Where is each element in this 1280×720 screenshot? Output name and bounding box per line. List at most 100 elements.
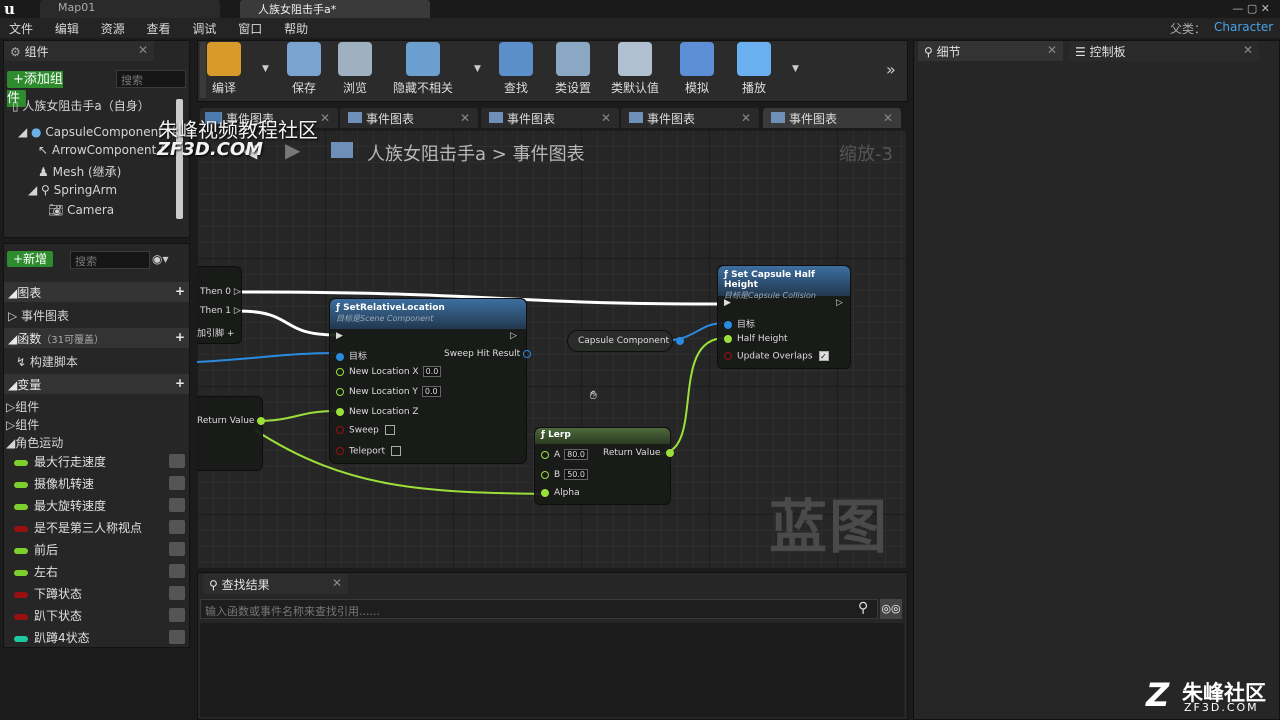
menu-file[interactable]: 文件 <box>0 18 42 39</box>
visibility-eye-icon[interactable] <box>169 586 185 600</box>
visibility-eye-icon[interactable] <box>169 608 185 622</box>
find-results-tab[interactable]: ⚲ 查找结果 ✕ <box>203 574 348 594</box>
var-group[interactable]: ◢角色运动 <box>6 434 63 451</box>
tree-springarm[interactable]: ◢ ⚲ SpringArm <box>28 183 117 197</box>
component-search-input[interactable]: 搜索 <box>116 70 186 88</box>
then-0-pin[interactable]: Then 0 ▷ <box>200 287 241 297</box>
capsule-component-pin[interactable]: Capsule Component <box>578 336 684 346</box>
lerp-b-input[interactable]: 50.0 <box>564 469 588 480</box>
new-button[interactable]: +新增 <box>7 251 54 267</box>
lerp-a-input[interactable]: 80.0 <box>564 449 588 460</box>
functions-section[interactable]: ◢函数（31可覆盖） + <box>4 328 189 348</box>
variable-row[interactable]: 趴下状态 <box>4 605 189 627</box>
lerp-return-pin[interactable]: Return Value <box>603 448 675 458</box>
variable-row[interactable]: 左右 <box>4 561 189 583</box>
visibility-eye-icon[interactable] <box>169 498 185 512</box>
update-overlaps-checkbox[interactable]: ✓ <box>818 351 829 361</box>
sequence-node[interactable]: Then 0 ▷ Then 1 ▷ 添加引脚 + <box>197 266 242 344</box>
editor-tab-event-graph[interactable]: 事件图表 ✕ <box>340 108 478 128</box>
variable-row[interactable]: 前后 <box>4 539 189 561</box>
function-item[interactable]: ↯ 构建脚本 <box>16 353 78 370</box>
target-pin[interactable]: 目标 <box>336 349 367 362</box>
new-location-y-input[interactable]: 0.0 <box>421 386 441 397</box>
menu-edit[interactable]: 编辑 <box>46 18 88 39</box>
binoculars-icon[interactable]: ◎◎ <box>880 599 902 619</box>
half-height-pin[interactable]: Half Height <box>724 334 788 344</box>
menu-debug[interactable]: 调试 <box>183 18 225 39</box>
find-button[interactable]: 查找 <box>496 42 536 100</box>
palette-tab[interactable]: ☰ 控制板 ✕ <box>1069 41 1259 61</box>
close-icon[interactable]: ✕ <box>883 111 893 125</box>
close-icon[interactable]: ✕ <box>1047 43 1057 57</box>
blueprint-search-input[interactable]: 搜索 <box>70 251 150 269</box>
variable-row[interactable]: 是不是第三人称视点 <box>4 517 189 539</box>
return-value-pin[interactable]: Return Value <box>197 416 270 426</box>
tree-self[interactable]: ▯ 人族女阻击手a（自身） <box>12 97 150 114</box>
window-controls[interactable]: — ▢ ✕ <box>1160 2 1270 16</box>
editor-tab-event-graph[interactable]: 事件图表 ✕ <box>763 108 901 128</box>
breadcrumb-root[interactable]: 人族女阻击手a <box>367 144 486 165</box>
visibility-eye-icon[interactable] <box>169 454 185 468</box>
set-capsule-half-height-node[interactable]: ƒ Set Capsule Half Height 目标是Capsule Coll… <box>717 265 851 369</box>
var-group[interactable]: ▷组件 <box>6 416 39 433</box>
lerp-a-pin[interactable]: A 80.0 <box>541 449 588 460</box>
sweep-hit-result-pin[interactable]: Sweep Hit Result <box>444 349 532 359</box>
close-icon[interactable]: ✕ <box>138 43 148 57</box>
exec-in-pin[interactable]: ▶ <box>724 298 731 308</box>
variable-row[interactable]: 摄像机转速 <box>4 473 189 495</box>
new-location-x-pin[interactable]: New Location X 0.0 <box>336 366 442 377</box>
lerp-b-pin[interactable]: B 50.0 <box>541 469 588 480</box>
chevron-right-icon[interactable]: » <box>886 60 896 79</box>
simulate-button[interactable]: 模拟 <box>677 42 717 100</box>
hide-unrelated-button[interactable]: 隐藏不相关 <box>392 42 454 100</box>
eye-icon[interactable]: ◉▾ <box>152 252 169 266</box>
new-location-y-pin[interactable]: New Location Y 0.0 <box>336 386 441 397</box>
menu-window[interactable]: 窗口 <box>229 18 271 39</box>
add-icon[interactable]: + <box>175 284 185 298</box>
components-tab[interactable]: ⚙ 组件 ✕ <box>4 41 154 61</box>
close-icon[interactable]: ✕ <box>741 111 751 125</box>
play-button[interactable]: 播放 <box>732 42 776 100</box>
close-icon[interactable]: ✕ <box>601 111 611 125</box>
add-pin-button[interactable]: 添加引脚 + <box>197 326 234 339</box>
new-location-x-input[interactable]: 0.0 <box>422 366 442 377</box>
dropdown-arrow-icon[interactable]: ▼ <box>792 64 799 74</box>
tree-arrow[interactable]: ↖ ArrowComponent ( <box>38 143 165 157</box>
then-1-pin[interactable]: Then 1 ▷ <box>200 306 241 316</box>
compile-button[interactable]: 编译 <box>204 42 244 100</box>
visibility-eye-icon[interactable] <box>169 476 185 490</box>
var-group[interactable]: ▷组件 <box>6 398 39 415</box>
parent-class-link[interactable]: Character <box>1214 20 1273 34</box>
tab-blueprint[interactable]: 人族女阻击手a* <box>240 0 430 18</box>
menu-view[interactable]: 查看 <box>138 18 180 39</box>
variable-row[interactable]: 最大行走速度 <box>4 451 189 473</box>
close-icon[interactable]: ✕ <box>1243 43 1253 57</box>
sweep-pin[interactable]: Sweep <box>336 425 395 436</box>
event-graph-canvas[interactable]: ◀ ▶ 人族女阻击手a > 事件图表 缩放-3 蓝图 Then 0 ▷ Then… <box>197 130 906 568</box>
update-overlaps-pin[interactable]: Update Overlaps ✓ <box>724 351 829 362</box>
tab-map01[interactable]: Map01 <box>40 0 220 18</box>
save-button[interactable]: 保存 <box>286 42 322 100</box>
menu-asset[interactable]: 资源 <box>92 18 134 39</box>
class-settings-button[interactable]: 类设置 <box>551 42 595 100</box>
close-icon[interactable]: ✕ <box>460 111 470 125</box>
graphs-section[interactable]: ◢图表 + <box>4 282 189 302</box>
sweep-checkbox[interactable] <box>384 425 395 435</box>
exec-out-pin[interactable]: ▷ <box>836 298 843 308</box>
visibility-eye-icon[interactable] <box>169 520 185 534</box>
browse-button[interactable]: 浏览 <box>336 42 374 100</box>
menu-help[interactable]: 帮助 <box>275 18 317 39</box>
getter-node[interactable]: Return Value <box>197 396 266 471</box>
tree-camera[interactable]: 📷︎ Camera <box>48 203 114 217</box>
find-input[interactable]: 输入函数或事件名称来查找引用...... <box>200 599 878 619</box>
visibility-eye-icon[interactable] <box>169 630 185 644</box>
add-icon[interactable]: + <box>175 376 185 390</box>
teleport-pin[interactable]: Teleport <box>336 446 401 457</box>
variables-section[interactable]: ◢变量 + <box>4 374 189 394</box>
add-icon[interactable]: + <box>175 330 185 344</box>
exec-in-pin[interactable]: ▶ <box>336 331 343 341</box>
search-icon[interactable]: ⚲ <box>858 600 868 616</box>
details-tab[interactable]: ⚲ 细节 ✕ <box>918 41 1063 61</box>
new-location-z-pin[interactable]: New Location Z <box>336 407 419 417</box>
tree-mesh[interactable]: ♟ Mesh (继承) <box>38 163 121 180</box>
